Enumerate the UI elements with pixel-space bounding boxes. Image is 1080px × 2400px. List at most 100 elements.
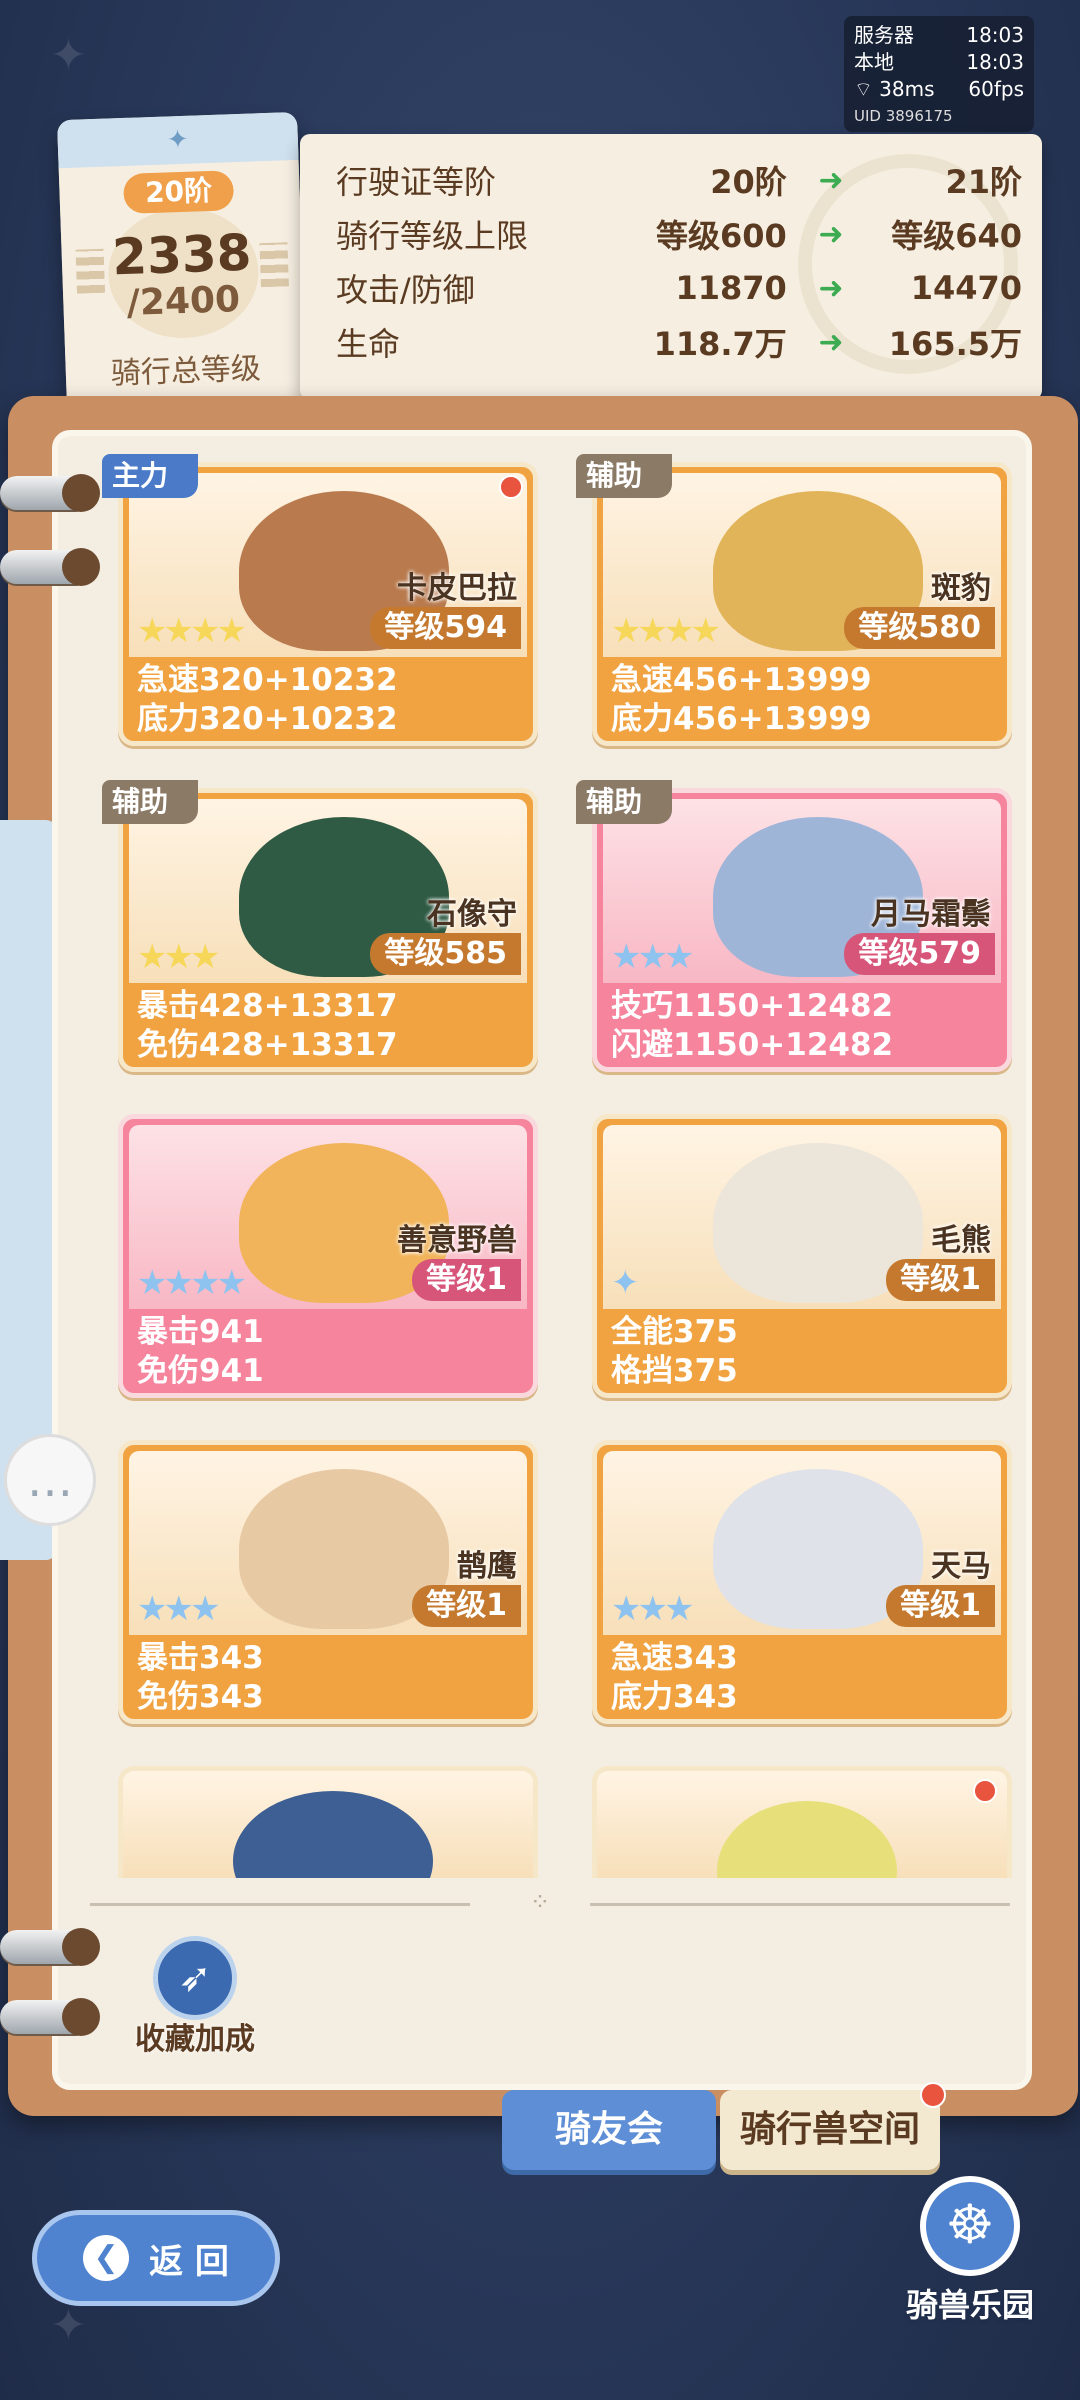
back-button[interactable]: ❮ 返 回 xyxy=(32,2210,280,2306)
mount-stats: 全能375 格挡375 xyxy=(611,1313,738,1391)
upgrade-row-next: 等级640 xyxy=(891,217,1023,255)
star-rating-icon: ★★★★ xyxy=(611,611,721,651)
upgrade-row: 生命 118.7万 ➜ 165.5万 xyxy=(336,316,1022,368)
upgrade-row-label: 攻击/防御 xyxy=(336,271,475,309)
notification-dot xyxy=(920,2082,946,2108)
server-time: 18:03 xyxy=(966,23,1024,47)
arrow-right-icon: ➜ xyxy=(818,216,844,252)
mount-stats: 暴击941 免伤941 xyxy=(137,1313,264,1391)
background-star-icon: ✦ xyxy=(50,2300,87,2351)
mount-level: 等级580 xyxy=(844,607,995,649)
sparkle-icon: ✦ xyxy=(166,124,190,156)
mount-park-button[interactable]: ☸ 骑兽乐园 xyxy=(900,2176,1040,2324)
mount-card[interactable]: 善意野兽 等级1 ★★★★ 暴击941 免伤941 xyxy=(118,1114,538,1398)
mount-level: 等级579 xyxy=(844,933,995,975)
mount-stat-2: 底力456+13999 xyxy=(611,701,872,737)
mount-name: 天马 xyxy=(931,1549,991,1584)
mount-role-tag: 辅助 xyxy=(576,780,672,824)
collection-bonus-label: 收藏加成 xyxy=(135,2022,255,2057)
mount-stat-2: 闪避1150+12482 xyxy=(611,1027,894,1063)
mount-level: 等级1 xyxy=(886,1585,995,1627)
chat-icon[interactable]: … xyxy=(4,1434,96,1526)
mount-park-label: 骑兽乐园 xyxy=(905,2286,1034,2324)
mount-role-tag: 主力 xyxy=(102,454,198,498)
upgrade-row-next: 165.5万 xyxy=(888,325,1023,363)
mount-card[interactable]: 石像守 等级585 ★★★ 暴击428+13317 免伤428+13317 xyxy=(118,788,538,1072)
mount-stat-1: 暴击343 xyxy=(137,1640,264,1676)
riding-level-card[interactable]: ✦ 20阶 2338 /2400 骑行总等级 xyxy=(57,111,307,411)
mount-level: 等级594 xyxy=(370,607,521,649)
upgrade-row-label: 生命 xyxy=(336,325,401,363)
local-time: 18:03 xyxy=(966,50,1024,74)
mount-stat-1: 急速343 xyxy=(611,1640,738,1676)
upgrade-row-next: 21阶 xyxy=(945,163,1023,201)
mount-card-partial[interactable] xyxy=(592,1766,1012,1878)
mount-card[interactable]: 天马 等级1 ★★★ 急速343 底力343 xyxy=(592,1440,1012,1724)
star-rating-icon: ★★★ xyxy=(137,1589,220,1629)
rocket-icon: ➶ xyxy=(153,1936,237,2020)
mount-stat-1: 急速456+13999 xyxy=(611,662,872,698)
section-divider: ⁘ xyxy=(90,1888,1010,1916)
upgrade-row-current: 20阶 xyxy=(710,163,787,201)
star-rating-icon: ★★★★ xyxy=(137,1263,247,1303)
mount-role-tag: 辅助 xyxy=(576,454,672,498)
mount-level: 等级1 xyxy=(412,1259,521,1301)
mount-stat-1: 技巧1150+12482 xyxy=(611,988,894,1024)
upgrade-row: 行驶证等阶 20阶 ➜ 21阶 xyxy=(336,154,1022,206)
mount-stat-1: 暴击941 xyxy=(137,1314,264,1350)
upgrade-row-current: 118.7万 xyxy=(653,325,787,363)
mount-stats: 急速320+10232 底力320+10232 xyxy=(137,661,398,739)
creature-art xyxy=(717,1801,897,1878)
upgrade-preview-panel: 行驶证等阶 20阶 ➜ 21阶 骑行等级上限 等级600 ➜ 等级640 攻击/… xyxy=(300,134,1042,400)
binder-ring xyxy=(0,474,100,512)
upgrade-row-current: 等级600 xyxy=(656,217,787,255)
network-status-overlay: 服务器 18:03 本地 18:03 ⌔ 38ms 60fps UID 3896175 xyxy=(844,16,1034,132)
mount-name: 月马霜鬃 xyxy=(871,897,991,932)
upgrade-row-next: 14470 xyxy=(910,269,1023,307)
collection-bonus-button[interactable]: ➶ 收藏加成 xyxy=(120,1936,270,2057)
tab-riding-club[interactable]: 骑友会 xyxy=(502,2090,716,2170)
mount-name: 鹊鹰 xyxy=(457,1549,517,1584)
mount-stat-2: 免伤428+13317 xyxy=(137,1027,398,1063)
arrow-right-icon: ➜ xyxy=(818,270,844,306)
upgrade-row-label: 骑行等级上限 xyxy=(336,217,529,255)
local-label: 本地 xyxy=(854,50,894,74)
upgrade-row: 攻击/防御 11870 ➜ 14470 xyxy=(336,262,1022,314)
binder-ring xyxy=(0,1998,100,2036)
mount-stat-2: 免伤941 xyxy=(137,1353,264,1389)
arrow-right-icon: ➜ xyxy=(818,324,844,360)
back-label: 返 回 xyxy=(149,2241,229,2282)
mount-stat-1: 全能375 xyxy=(611,1314,738,1350)
mount-card[interactable]: 鹊鹰 等级1 ★★★ 暴击343 免伤343 xyxy=(118,1440,538,1724)
total-level-max: /2400 xyxy=(126,279,241,324)
star-rating-icon: ★★★ xyxy=(137,937,220,977)
upgrade-row-label: 行驶证等阶 xyxy=(336,163,497,201)
mount-role-tag: 辅助 xyxy=(102,780,198,824)
ferris-wheel-icon: ☸ xyxy=(920,2176,1020,2276)
binder-ring xyxy=(0,548,100,586)
mount-name: 斑豹 xyxy=(931,571,991,606)
upgrade-row-current: 11870 xyxy=(675,269,787,307)
arrow-right-icon: ➜ xyxy=(818,162,844,198)
mount-card-partial[interactable] xyxy=(118,1766,538,1878)
upgrade-row: 骑行等级上限 等级600 ➜ 等级640 xyxy=(336,208,1022,260)
mount-card[interactable]: 斑豹 等级580 ★★★★ 急速456+13999 底力456+13999 xyxy=(592,462,1012,746)
mount-stats: 暴击343 免伤343 xyxy=(137,1639,264,1717)
mount-stat-2: 底力343 xyxy=(611,1679,738,1715)
rank-pill: 20阶 xyxy=(122,170,235,214)
total-level-label: 骑行总等级 xyxy=(110,351,262,392)
creature-art xyxy=(233,1791,433,1878)
mount-level: 等级1 xyxy=(886,1259,995,1301)
binder-ring xyxy=(0,1928,100,1966)
star-rating-icon: ✦ xyxy=(611,1263,639,1303)
mount-stat-2: 底力320+10232 xyxy=(137,701,398,737)
ping-value: ⌔ 38ms xyxy=(854,76,935,103)
mount-card[interactable]: 毛熊 等级1 ✦ 全能375 格挡375 xyxy=(592,1114,1012,1398)
notification-dot xyxy=(973,1779,997,1803)
mount-card[interactable]: 卡皮巴拉 等级594 ★★★★ 急速320+10232 底力320+10232 xyxy=(118,462,538,746)
mount-stats: 急速343 底力343 xyxy=(611,1639,738,1717)
mount-level: 等级585 xyxy=(370,933,521,975)
background-star-icon: ✦ xyxy=(50,30,87,81)
tab-mount-space[interactable]: 骑行兽空间 xyxy=(720,2082,946,2170)
mount-card[interactable]: 月马霜鬃 等级579 ★★★ 技巧1150+12482 闪避1150+12482 xyxy=(592,788,1012,1072)
